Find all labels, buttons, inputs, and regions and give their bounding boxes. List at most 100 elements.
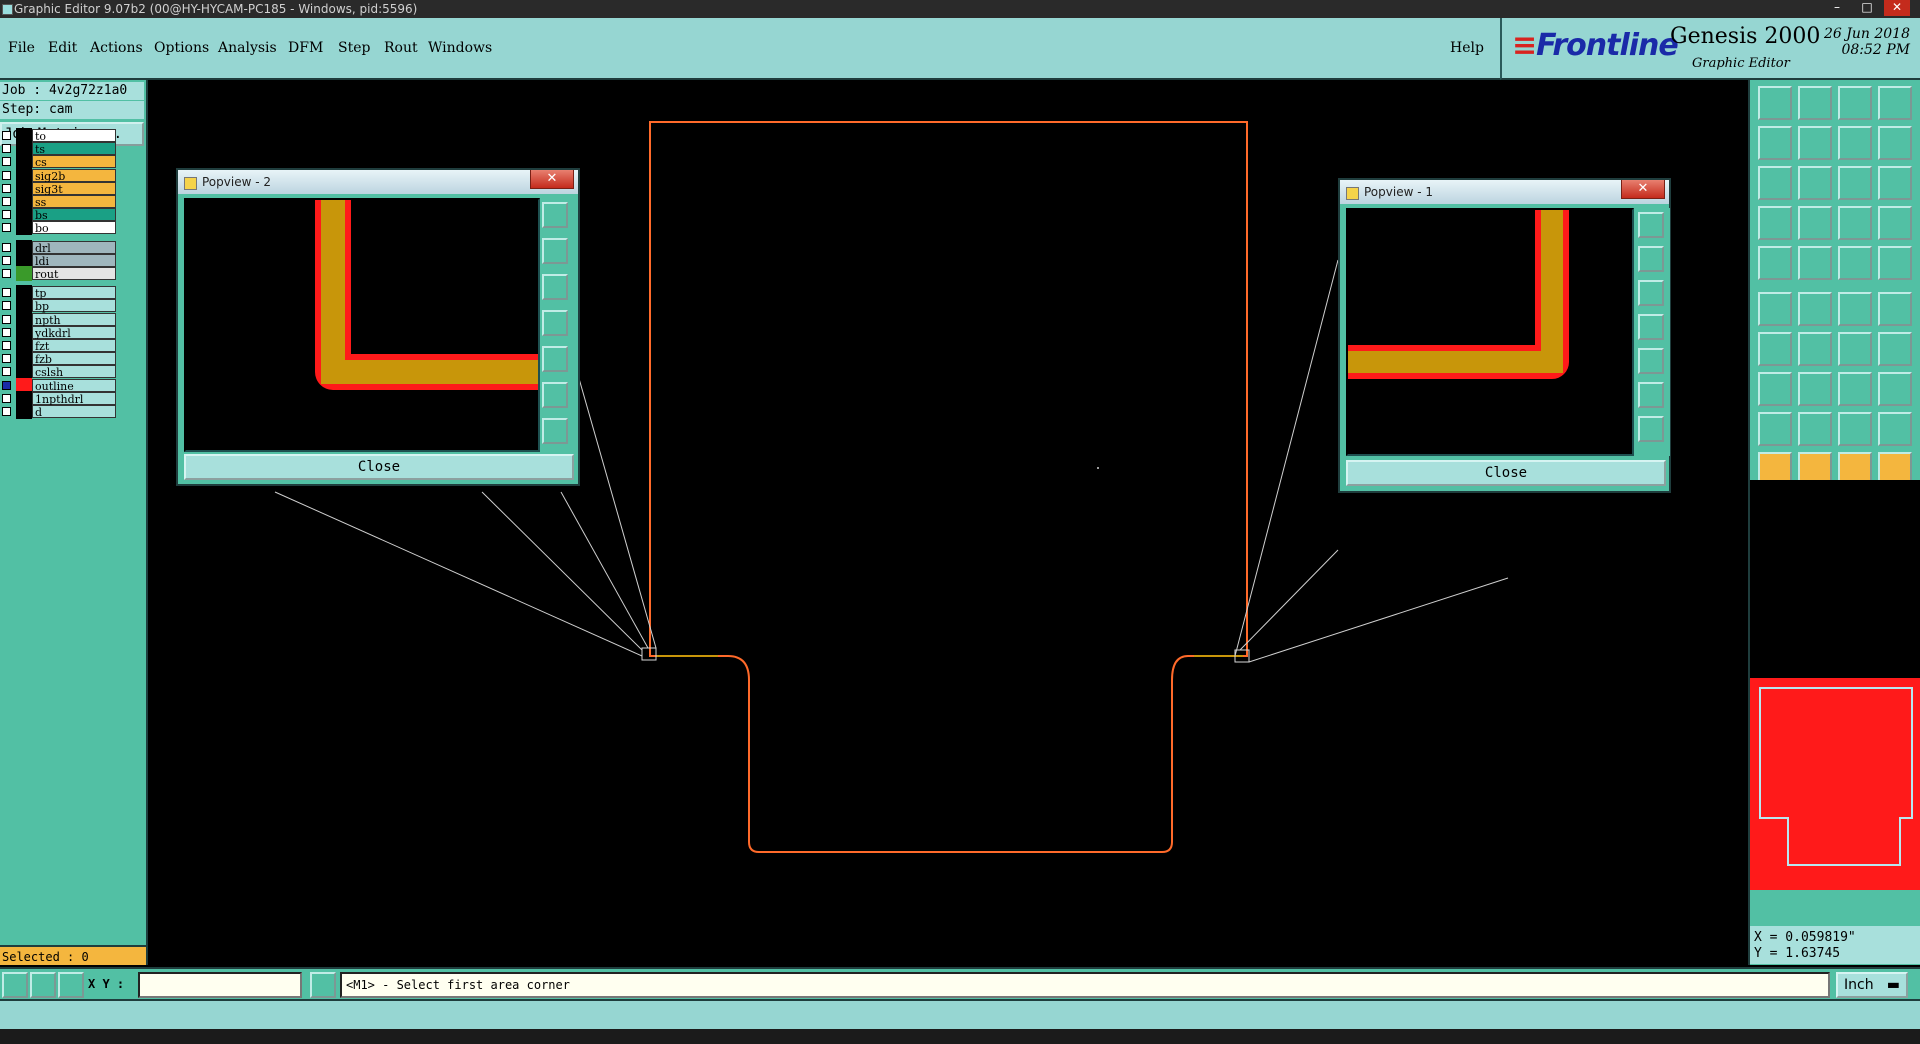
net-icon[interactable] [1838,206,1872,240]
line-icon[interactable] [1798,332,1832,366]
pan-right-icon[interactable] [1638,348,1664,374]
close-window-button[interactable]: ✕ [1884,0,1910,16]
tri4-icon[interactable] [1878,412,1912,446]
layer-checkbox[interactable] [2,367,11,377]
angle-icon[interactable] [1758,332,1792,366]
zoom-out-icon[interactable] [542,418,568,444]
layer-row-d[interactable]: d [0,404,118,419]
layer-checkbox[interactable] [2,223,11,233]
graphic-canvas[interactable]: Popview - 2 ✕ Close Popview - 1 ✕ Close [148,80,1746,965]
layer-checkbox[interactable] [2,197,11,206]
home-up-icon[interactable] [1758,86,1792,120]
tri3-icon[interactable] [1838,412,1872,446]
layer-checkbox[interactable] [2,255,11,265]
grid-icon[interactable] [58,972,84,998]
menu-windows[interactable]: Windows [428,40,492,56]
pad-icon[interactable] [1758,246,1792,280]
popview-1-close-button[interactable]: Close [1346,460,1666,486]
pan-up-icon[interactable] [1638,246,1664,272]
zoom-out-icon[interactable] [1638,416,1664,442]
menu-file[interactable]: File [8,40,35,56]
ff-icon[interactable] [1878,332,1912,366]
pan-up-icon[interactable] [542,238,568,264]
align-icon[interactable] [1838,372,1872,406]
layer-checkbox[interactable] [2,314,11,324]
tri-icon[interactable] [1758,412,1792,446]
layer-checkbox[interactable] [2,327,11,337]
s-curve-icon[interactable] [1878,126,1912,160]
pan-down-icon[interactable] [1638,280,1664,306]
extend-icon[interactable] [1878,292,1912,326]
maximize-button[interactable]: □ [1854,0,1880,16]
vector-icon[interactable] [1798,246,1832,280]
segment-icon[interactable] [1798,372,1832,406]
menu-analysis[interactable]: Analysis [218,40,277,56]
pan-down-icon[interactable] [542,274,568,300]
zoom-in-icon[interactable] [1638,382,1664,408]
layer-checkbox[interactable] [2,393,11,403]
layer-row-bo[interactable]: bo [0,220,118,236]
layer-checkbox[interactable] [2,131,11,140]
cross-icon[interactable] [1798,292,1832,326]
zoom-fit-icon[interactable] [1638,212,1664,238]
layout-icon[interactable] [1878,86,1912,120]
layer-checkbox[interactable] [2,170,11,180]
popview-1-view[interactable] [1346,208,1634,456]
units-select[interactable]: Inch ▬ [1836,972,1908,998]
layer-checkbox[interactable] [2,157,11,167]
menu-step[interactable]: Step [338,40,370,56]
circle-icon[interactable] [1878,246,1912,280]
brush-icon[interactable] [1758,206,1792,240]
xy-input[interactable] [138,972,302,998]
menu-actions[interactable]: Actions [90,40,143,56]
node-icon[interactable] [1758,292,1792,326]
pin-icon[interactable] [1798,206,1832,240]
layer-checkbox[interactable] [2,354,11,364]
layer-checkbox[interactable] [2,210,11,220]
layer-checkbox[interactable] [2,301,11,311]
center-icon[interactable] [1798,166,1832,200]
house-icon[interactable] [1838,86,1872,120]
layer-checkbox[interactable] [2,407,11,416]
ratio-icon[interactable] [1838,166,1872,200]
menu-help[interactable]: Help [1450,40,1484,56]
help-icon[interactable] [1878,166,1912,200]
layer-checkbox[interactable] [2,288,11,298]
menu-edit[interactable]: Edit [48,40,77,56]
layer-checkbox[interactable] [2,341,11,350]
arrow-right-icon[interactable] [1798,126,1832,160]
menu-dfm[interactable]: DFM [288,40,323,56]
net-alt-icon[interactable] [1878,206,1912,240]
popview-2-close-button[interactable]: Close [184,454,574,480]
popview-2-view[interactable] [184,198,540,452]
dashes-icon[interactable] [1838,246,1872,280]
minimize-button[interactable]: – [1824,0,1850,16]
menu-rout[interactable]: Rout [384,40,418,56]
zoom-in-icon[interactable] [542,382,568,408]
popview-2-x-button[interactable]: ✕ [530,170,574,189]
layer-checkbox[interactable] [2,144,11,154]
pan-right-icon[interactable] [542,346,568,372]
measure-icon[interactable] [2,972,28,998]
shape-icon[interactable] [1758,372,1792,406]
pan-left-icon[interactable] [1638,314,1664,340]
arc-icon[interactable] [1838,332,1872,366]
snap-icon[interactable] [30,972,56,998]
home-down-icon[interactable] [1798,86,1832,120]
layer-checkbox[interactable] [2,380,11,390]
layer-row-rout[interactable]: rout [0,266,118,281]
menu-options[interactable]: Options [154,40,209,56]
zoom-fit-icon[interactable] [542,202,568,228]
copy-icon[interactable] [1878,372,1912,406]
arrow-left-icon[interactable] [1758,126,1792,160]
fit-icon[interactable] [1758,166,1792,200]
connect-icon[interactable] [1838,292,1872,326]
info-icon[interactable] [310,972,336,998]
layer-checkbox[interactable] [2,183,11,193]
layer-checkbox[interactable] [2,242,11,252]
overview-map[interactable] [1750,480,1920,892]
pan-left-icon[interactable] [542,310,568,336]
layer-checkbox[interactable] [2,269,11,278]
tri2-icon[interactable] [1798,412,1832,446]
popview-1-x-button[interactable]: ✕ [1621,180,1665,199]
